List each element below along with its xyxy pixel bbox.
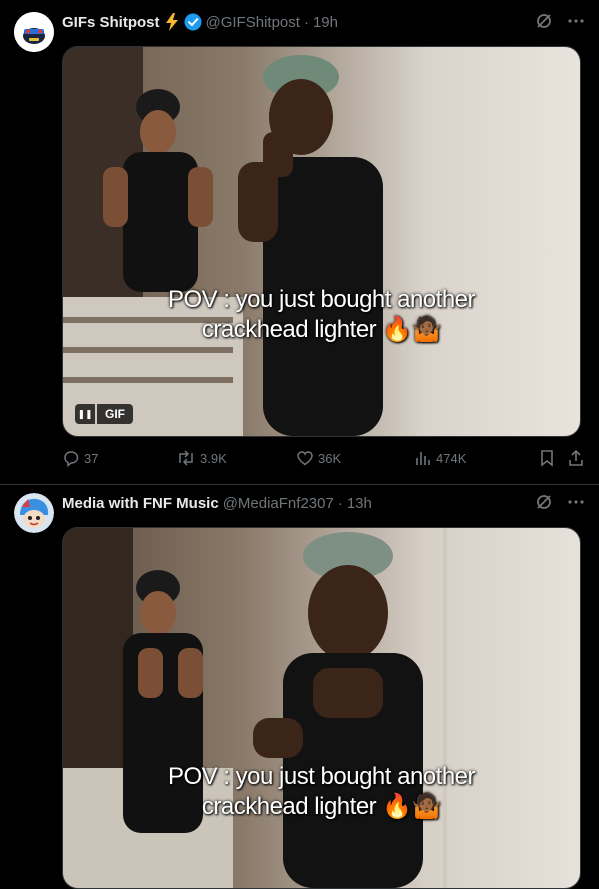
repost-button[interactable]: 3.9K [176, 449, 227, 467]
reply-count: 37 [84, 450, 99, 466]
verified-badge-icon [184, 13, 202, 31]
avatar[interactable] [14, 493, 54, 533]
views-button[interactable]: 474K [414, 449, 466, 467]
caption-line-2: crackhead lighter [201, 316, 377, 343]
action-bar: 37 3.9K 36K 474K [62, 448, 585, 468]
handle[interactable]: @GIFShitpost [206, 14, 300, 31]
bookmark-button[interactable] [539, 449, 555, 467]
like-button[interactable]: 36K [296, 449, 341, 467]
display-name[interactable]: Media with FNF Music [62, 495, 219, 512]
video-media[interactable]: POV : you just bought another crackhead … [62, 527, 581, 889]
reply-icon [62, 449, 80, 467]
bookmark-icon [539, 449, 555, 467]
gif-label: GIF [97, 404, 133, 424]
grok-icon[interactable] [535, 493, 553, 511]
grok-icon[interactable] [535, 12, 553, 30]
separator-dot: · [337, 494, 343, 512]
like-icon [296, 449, 314, 467]
like-count: 36K [318, 450, 342, 466]
caption-line-2: crackhead lighter [201, 793, 377, 820]
avatar[interactable] [14, 12, 54, 52]
more-icon[interactable] [567, 12, 585, 30]
tweet-1[interactable]: GIFs Shitpost @GIFShitpost · 19h POV: y… [0, 0, 599, 484]
share-icon [567, 449, 585, 467]
views-count: 474K [436, 450, 467, 466]
pause-icon[interactable]: ❚❚ [75, 404, 95, 424]
timestamp[interactable]: 13h [347, 495, 372, 512]
caption-line-1: POV : you just bought another [167, 286, 476, 313]
more-icon[interactable] [567, 493, 585, 511]
gif-media[interactable]: POV : you just bought another crackhead … [62, 46, 581, 437]
gif-badge[interactable]: ❚❚ GIF [75, 404, 133, 424]
caption-line-1: POV : you just bought another [167, 763, 476, 790]
display-name[interactable]: GIFs Shitpost [62, 14, 160, 31]
caption-emoji: 🔥🤷🏾 [382, 793, 442, 820]
gif-caption: POV : you just bought another crackhead … [63, 285, 580, 345]
caption-emoji: 🔥🤷🏾 [382, 316, 442, 343]
repost-icon [176, 449, 196, 467]
video-caption: POV : you just bought another crackhead … [63, 762, 580, 822]
reply-button[interactable]: 37 [62, 449, 98, 467]
separator-dot: · [303, 13, 309, 31]
timestamp[interactable]: 19h [313, 14, 338, 31]
bolt-icon [164, 13, 180, 31]
tweet-2[interactable]: Media with FNF Music @MediaFnf2307 · 13h [0, 485, 599, 889]
handle[interactable]: @MediaFnf2307 [223, 495, 334, 512]
share-button[interactable] [567, 449, 585, 467]
views-icon [414, 449, 432, 467]
repost-count: 3.9K [200, 450, 227, 466]
